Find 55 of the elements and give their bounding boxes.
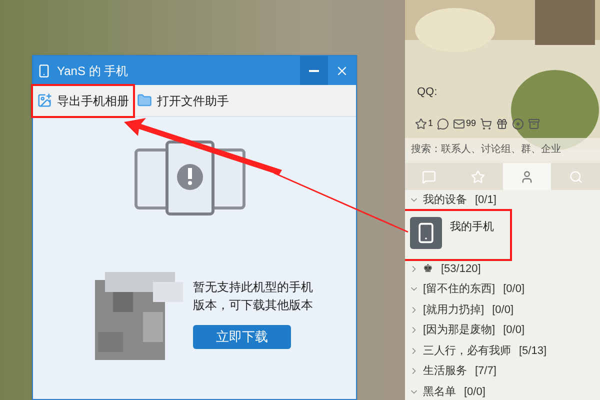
group-name: 黑名单 [423, 384, 456, 400]
group-count: [7/7] [475, 364, 496, 379]
group-name: [就用力扔掉] [423, 302, 484, 318]
star-icon[interactable] [415, 118, 427, 130]
group-name: [留不住的东西] [423, 282, 496, 297]
group-name: 我的设备 [423, 193, 467, 208]
person-icon [520, 170, 534, 184]
chat-icon [422, 170, 436, 184]
panel-tab[interactable] [502, 163, 552, 190]
phone-icon [410, 216, 442, 248]
group-row[interactable]: 我的设备 [0/1] [405, 190, 600, 210]
devices-warning-icon [134, 140, 246, 216]
group-row[interactable]: [就用力扔掉] [0/0] [405, 300, 600, 320]
group-count: [0/0] [503, 282, 525, 297]
minimize-icon [309, 70, 319, 72]
group-row[interactable]: ♚ [53/120] [405, 258, 600, 279]
notification-count: 99 [466, 117, 476, 130]
message-text: 版本，可下载其他版本 [193, 297, 313, 314]
group-count: [0/0] [464, 384, 486, 400]
search-icon [568, 170, 583, 184]
search-field[interactable]: 搜索：联系人、讨论组、群、企业 [405, 138, 600, 160]
device-name: 我的手机 [450, 220, 494, 234]
group-count: [53/120] [441, 262, 481, 276]
group-name: 三人行，必有我师 [423, 344, 511, 358]
export-picture-icon [37, 93, 52, 108]
folder-icon [137, 93, 152, 108]
group-name: ♚ [423, 262, 433, 276]
group-count: [0/0] [503, 323, 525, 338]
toolbar-button[interactable]: 导出手机相册 [33, 86, 133, 116]
group-row[interactable]: [留不住的东西] [0/0] [405, 279, 600, 300]
download-button[interactable]: 立即下载 [193, 325, 291, 349]
group-row[interactable]: 三人行，必有我师 [5/13] [405, 340, 600, 361]
group-row[interactable]: 黑名单 [0/0] [405, 382, 600, 400]
group-row[interactable]: 生活服务 [7/7] [405, 361, 600, 382]
notification-count: 1 [428, 117, 434, 130]
device-item[interactable]: 我的手机 [405, 210, 510, 258]
star-icon [471, 170, 486, 184]
toolbar-button[interactable]: 打开文件助手 [133, 86, 233, 116]
phone-icon [37, 64, 51, 78]
group-count: [5/13] [519, 344, 547, 358]
mail-icon[interactable] [453, 118, 466, 130]
disc-icon[interactable] [512, 118, 524, 130]
account-label: QQ: [417, 85, 438, 98]
chat-icon[interactable] [437, 118, 450, 130]
group-count: [0/0] [492, 302, 514, 318]
window-title: YanS 的 手机 [57, 62, 128, 80]
group-name: 生活服务 [423, 364, 467, 379]
group-row[interactable]: [因为那是废物] [0/0] [405, 320, 600, 340]
gift-icon[interactable] [496, 118, 508, 130]
search-input[interactable]: 搜索：联系人、讨论组、群、企业 [411, 142, 600, 156]
minimize-button[interactable] [300, 56, 328, 85]
group-count: [0/1] [475, 193, 496, 208]
group-name: [因为那是废物] [423, 322, 496, 338]
cart-icon[interactable] [480, 118, 492, 130]
message-text: 暂无支持此机型的手机 [193, 279, 313, 296]
